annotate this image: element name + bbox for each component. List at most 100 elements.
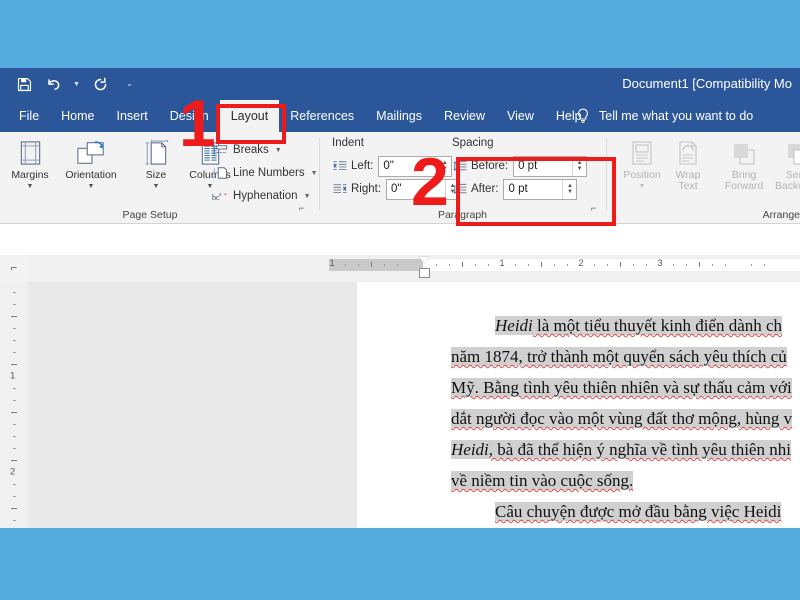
hyphenation-icon: bc a: [212, 188, 228, 204]
annotation-box-spacing: [456, 157, 616, 226]
save-icon[interactable]: [14, 74, 34, 94]
horizontal-ruler[interactable]: 1 1 2 3: [28, 255, 800, 283]
svg-text:1: 1: [213, 168, 216, 173]
tab-home[interactable]: Home: [50, 100, 105, 132]
indent-right-icon: [332, 182, 347, 197]
ruler-number-1: 1: [499, 258, 505, 269]
tab-stop-left-icon: ⌐: [10, 262, 18, 274]
lightbulb-icon: [578, 108, 588, 123]
indent-left-icon: [332, 159, 347, 174]
ribbon: Margins ▼ Orientation ▼ Size ▼ Columns ▼…: [0, 132, 800, 224]
bring-forward-icon: [731, 137, 757, 167]
annotation-number-1: 1: [179, 86, 216, 160]
p1-line1-run: là một tiểu thuyết kinh điển dành ch: [532, 316, 783, 335]
tab-insert[interactable]: Insert: [106, 100, 159, 132]
size-icon: [143, 137, 170, 167]
left-indent-marker[interactable]: [419, 268, 430, 278]
orientation-chevron-down-icon[interactable]: ▼: [88, 183, 95, 190]
svg-text:a: a: [219, 191, 222, 197]
tab-mailings[interactable]: Mailings: [365, 100, 433, 132]
tab-review[interactable]: Review: [433, 100, 496, 132]
orientation-icon: [76, 137, 106, 167]
send-backward-button[interactable]: Send Backward: [766, 137, 800, 203]
page-setup-group-label: Page Setup: [122, 209, 178, 221]
vruler-number-2: 2: [10, 466, 16, 478]
tab-stop-selector[interactable]: ⌐: [0, 255, 29, 283]
indent-right-label: Right:: [351, 183, 382, 195]
tell-me-label: Tell me what you want to do: [599, 109, 754, 123]
breaks-chevron-down-icon[interactable]: ▼: [275, 147, 282, 154]
size-button[interactable]: Size ▼: [128, 137, 184, 203]
vruler-number-1: 1: [10, 370, 16, 382]
arrange-group-label: Arrange: [762, 209, 800, 221]
margins-button[interactable]: Margins ▼: [2, 137, 58, 203]
wrap-text-button[interactable]: Wrap Text: [660, 137, 716, 203]
line-numbers-icon: 1 2: [212, 165, 228, 181]
margins-chevron-down-icon[interactable]: ▼: [27, 183, 34, 190]
redo-icon[interactable]: [90, 74, 110, 94]
indent-left-label: Left:: [351, 160, 374, 172]
spacing-caption: Spacing: [452, 137, 494, 149]
annotation-box-layout-tab: [216, 104, 286, 144]
p1-line3-run: Mỹ. Bằng tình yêu thiên nhiên và sự thấu…: [451, 378, 792, 397]
line-numbers-button[interactable]: 1 2 Line Numbers ▼: [212, 163, 318, 183]
document-canvas[interactable]: Heidi là một tiểu thuyết kinh điển dành …: [28, 282, 800, 528]
indent-caption: Indent: [332, 137, 364, 149]
ribbon-group-page-setup: Margins ▼ Orientation ▼ Size ▼ Columns ▼…: [0, 132, 318, 223]
ribbon-tab-strip: File Home Insert Design Layout Reference…: [0, 100, 800, 132]
ruler-left-margin-band: [329, 259, 423, 271]
orientation-label: Orientation: [65, 169, 117, 181]
ribbon-tabs: File Home Insert Design Layout Reference…: [8, 100, 593, 132]
ribbon-group-arrange: Position ▼ Wrap Text Bring Forward Se Ba…: [608, 132, 800, 223]
quick-access-toolbar: ▼ ⌄: [14, 68, 134, 100]
paragraph-1[interactable]: Heidi là một tiểu thuyết kinh điển dành …: [451, 310, 800, 496]
document-text[interactable]: Heidi là một tiểu thuyết kinh điển dành …: [451, 310, 800, 528]
document-title: Document1 [Compatibility Mo: [622, 76, 792, 91]
p1-line1-italic-run: Heidi: [495, 316, 533, 335]
ruler-number-left: 1: [329, 258, 335, 269]
screenshot-root: ▼ ⌄ Document1 [Compatibility Mo File Hom…: [0, 0, 800, 600]
position-icon: [629, 137, 655, 167]
first-line-indent-marker[interactable]: [419, 257, 429, 263]
tell-me-search[interactable]: Tell me what you want to do: [576, 100, 753, 132]
wrap-text-icon: [675, 137, 701, 167]
wrap-text-label-line2: Text: [678, 180, 698, 193]
size-label: Size: [145, 169, 167, 181]
position-chevron-down-icon[interactable]: ▼: [639, 183, 646, 190]
position-label: Position: [623, 169, 661, 181]
p1-line4-run: dắt người đọc vào một vùng đất thơ mộng,…: [451, 409, 793, 428]
hyphenation-label: Hyphenation: [233, 190, 298, 202]
p1-line2-run: năm 1874, trở thành một quyển sách yêu t…: [451, 347, 787, 366]
send-backward-label-line2: Backward: [774, 180, 800, 193]
paragraph-2[interactable]: Câu chuyện được mở đầu bằng việc Heidi ô…: [451, 496, 800, 528]
ruler-number-3: 3: [657, 258, 663, 269]
line-numbers-chevron-down-icon[interactable]: ▼: [311, 170, 318, 177]
p1-line6-run: về niềm tin vào cuộc sống.: [451, 471, 634, 490]
document-page[interactable]: Heidi là một tiểu thuyết kinh điển dành …: [357, 282, 800, 528]
orientation-button[interactable]: Orientation ▼: [57, 137, 125, 203]
breaks-label: Breaks: [233, 144, 269, 156]
margins-icon: [17, 137, 44, 167]
tab-file[interactable]: File: [8, 100, 50, 132]
customize-quick-access-chevron-down-icon[interactable]: ⌄: [125, 74, 134, 94]
tab-view[interactable]: View: [496, 100, 545, 132]
margins-label: Margins: [11, 169, 49, 181]
send-backward-icon: [785, 137, 800, 167]
word-application-window: ▼ ⌄ Document1 [Compatibility Mo File Hom…: [0, 68, 800, 528]
ruler-number-2: 2: [578, 258, 584, 269]
p2-line1-run: Câu chuyện được mở đầu bằng việc Heidi: [495, 502, 782, 521]
p1-line5-italic-run: Heidi: [451, 440, 489, 459]
ruler-page-band: [423, 259, 800, 271]
title-bar: ▼ ⌄ Document1 [Compatibility Mo: [0, 68, 800, 100]
tab-references[interactable]: References: [279, 100, 365, 132]
annotation-number-2: 2: [411, 144, 449, 220]
p1-line5-run: , bà đã thể hiện ý nghĩa về tình yêu thi…: [488, 440, 791, 459]
line-numbers-label: Line Numbers: [233, 167, 305, 179]
size-chevron-down-icon[interactable]: ▼: [153, 183, 160, 190]
hyphenation-chevron-down-icon[interactable]: ▼: [304, 193, 311, 200]
svg-text:2: 2: [213, 174, 216, 179]
undo-dropdown-chevron-down-icon[interactable]: ▼: [72, 74, 81, 94]
vertical-ruler[interactable]: 1 2: [0, 282, 29, 528]
bring-forward-label-line2: Forward: [724, 180, 764, 193]
undo-icon[interactable]: [43, 74, 63, 94]
